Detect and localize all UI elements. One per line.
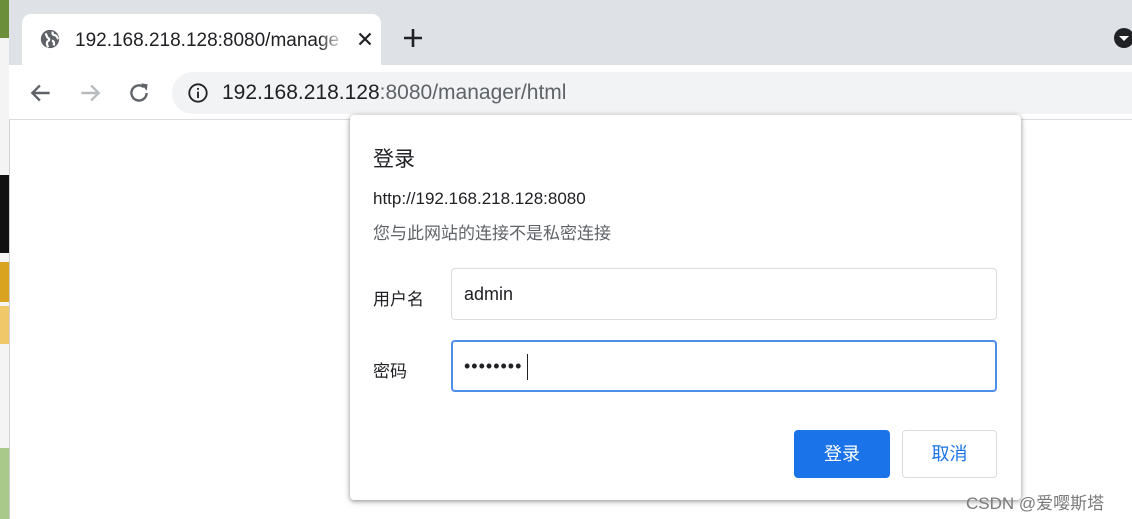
username-label: 用户名 [373, 290, 424, 309]
chevron-down-icon[interactable] [1112, 26, 1132, 50]
password-input[interactable]: •••••••• [451, 340, 997, 392]
login-button[interactable]: 登录 [794, 430, 890, 478]
url-host: 192.168.218.128 [222, 81, 380, 104]
url-text: 192.168.218.128:8080/manager/html [222, 80, 566, 106]
tab-title: 192.168.218.128:8080/manager/html [75, 30, 339, 51]
login-dialog: 登录 http://192.168.218.128:8080 您与此网站的连接不… [350, 115, 1021, 500]
browser-tab[interactable]: 192.168.218.128:8080/manager/html [22, 14, 381, 65]
globe-icon [40, 29, 60, 49]
address-bar[interactable]: 192.168.218.128:8080/manager/html [172, 72, 1132, 114]
info-icon[interactable] [187, 82, 209, 104]
username-input[interactable]: admin [451, 268, 997, 320]
screenshot-root: 192.168.218.128:8080/manager/html [0, 0, 1132, 519]
dialog-title: 登录 [373, 148, 415, 171]
arrow-left-icon[interactable] [28, 80, 54, 106]
tab-title-fade [319, 26, 345, 54]
text-caret [527, 354, 528, 380]
browser-toolbar: 192.168.218.128:8080/manager/html [9, 65, 1132, 120]
watermark: CSDN @爱嘤斯塔 [966, 494, 1105, 513]
close-icon[interactable] [354, 28, 376, 50]
dialog-origin: http://192.168.218.128:8080 [373, 189, 586, 208]
password-label: 密码 [373, 362, 407, 381]
cancel-button[interactable]: 取消 [902, 430, 997, 478]
reload-icon[interactable] [126, 80, 152, 106]
tab-strip: 192.168.218.128:8080/manager/html [9, 0, 1132, 65]
arrow-right-icon[interactable] [77, 80, 103, 106]
url-path: :8080/manager/html [379, 81, 567, 104]
plus-icon[interactable] [401, 26, 425, 50]
dialog-warning: 您与此网站的连接不是私密连接 [373, 224, 611, 243]
